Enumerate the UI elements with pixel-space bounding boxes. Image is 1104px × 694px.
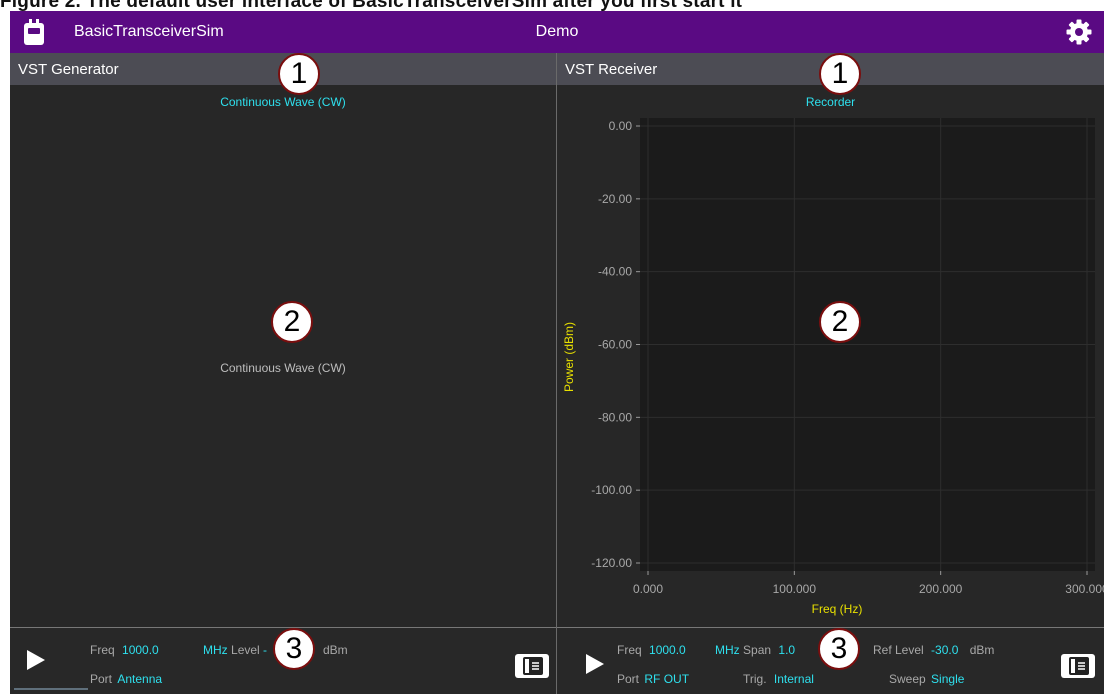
rcv-reflevel-unit: dBm bbox=[969, 643, 995, 657]
rcv-port-control[interactable]: Port RF OUT bbox=[617, 672, 689, 686]
panel-menu-icon[interactable] bbox=[515, 654, 549, 678]
rcv-span-control[interactable]: MHz Span 1.0 bbox=[715, 643, 795, 657]
y-tick-label: -60.00 bbox=[598, 338, 632, 352]
callout-1-receiver: 1 bbox=[819, 53, 861, 95]
rcv-span-value[interactable]: 1.0 bbox=[778, 643, 795, 657]
rcv-span-label: Span bbox=[743, 643, 772, 657]
generator-title: VST Generator bbox=[18, 61, 119, 78]
rcv-sweep-label: Sweep bbox=[889, 672, 926, 686]
rcv-trig-value[interactable]: Internal bbox=[774, 672, 814, 686]
gen-level-label: Level bbox=[231, 643, 260, 657]
y-tick-label: 0.00 bbox=[609, 119, 633, 133]
callout-1-generator: 1 bbox=[278, 53, 320, 95]
rcv-reflevel-label: Ref Level bbox=[873, 643, 924, 657]
rcv-reflevel-value[interactable]: -30.0 bbox=[931, 643, 958, 657]
callout-2-receiver: 2 bbox=[819, 301, 861, 343]
gen-freq-label: Freq bbox=[90, 643, 115, 657]
page-header: Figure 2. The default user interface of … bbox=[0, 0, 1104, 11]
gen-freq-control[interactable]: Freq 1000.0 bbox=[90, 643, 159, 657]
panel-menu-icon[interactable] bbox=[1061, 654, 1095, 678]
y-tick-label: -120.00 bbox=[591, 556, 632, 570]
gen-freq-unit: MHz bbox=[203, 643, 228, 657]
generator-mode-label: Continuous Wave (CW) bbox=[220, 361, 346, 375]
rcv-port-label: Port bbox=[617, 672, 640, 686]
y-tick-label: -40.00 bbox=[598, 265, 632, 279]
rcv-sweep-value[interactable]: Single bbox=[931, 672, 964, 686]
gen-level-control[interactable]: MHz Level - bbox=[203, 643, 267, 657]
play-icon[interactable] bbox=[584, 652, 606, 676]
gen-freq-value[interactable]: 1000.0 bbox=[122, 643, 159, 657]
callout-3-receiver: 3 bbox=[818, 628, 860, 670]
y-tick-label: -100.00 bbox=[591, 483, 632, 497]
rcv-trig-control[interactable]: Trig. Internal bbox=[743, 672, 814, 686]
gear-icon[interactable] bbox=[1066, 19, 1092, 45]
generator-mode-link[interactable]: Continuous Wave (CW) bbox=[10, 95, 556, 109]
y-tick-label: -20.00 bbox=[598, 192, 632, 206]
rcv-freq-value[interactable]: 1000.0 bbox=[649, 643, 686, 657]
window-title: Demo bbox=[535, 23, 579, 40]
gen-port-label: Port bbox=[90, 672, 113, 686]
x-tick-label: 0.000 bbox=[633, 582, 663, 596]
figure-caption: Figure 2. The default user interface of … bbox=[0, 0, 743, 11]
gen-level-unit: dBm bbox=[323, 643, 348, 657]
callout-2-generator: 2 bbox=[271, 301, 313, 343]
x-axis-label: Freq (Hz) bbox=[812, 602, 863, 616]
y-tick-label: -80.00 bbox=[598, 410, 632, 424]
gen-level-value[interactable]: - bbox=[263, 643, 267, 657]
app-window: BasicTransceiverSim Demo VST Generator C… bbox=[10, 11, 1104, 694]
rcv-port-value[interactable]: RF OUT bbox=[644, 672, 689, 686]
gen-port-control[interactable]: Port Antenna bbox=[90, 672, 162, 686]
gen-tab-indicator bbox=[14, 688, 88, 690]
rcv-trig-label: Trig. bbox=[743, 672, 767, 686]
x-tick-label: 300.000 bbox=[1065, 582, 1104, 596]
x-tick-label: 200.000 bbox=[919, 582, 963, 596]
rcv-freq-label: Freq bbox=[617, 643, 642, 657]
rcv-freq-control[interactable]: Freq 1000.0 bbox=[617, 643, 686, 657]
rcv-reflevel-control[interactable]: Ref Level -30.0 dBm bbox=[873, 643, 994, 657]
callout-3-generator: 3 bbox=[273, 628, 315, 670]
gen-level-unit-wrap: dBm bbox=[323, 643, 348, 657]
x-tick-label: 100.000 bbox=[773, 582, 817, 596]
play-icon[interactable] bbox=[25, 648, 47, 672]
y-axis-label: Power (dBm) bbox=[562, 322, 576, 392]
gen-port-value[interactable]: Antenna bbox=[117, 672, 162, 686]
receiver-panel: VST Receiver Recorder 0.00 -20.00 -40.00 -6… bbox=[557, 53, 1104, 694]
generator-panel: VST Generator Continuous Wave (CW) Conti… bbox=[10, 53, 556, 694]
title-bar: BasicTransceiverSim Demo bbox=[10, 11, 1104, 53]
rcv-freq-unit: MHz bbox=[715, 643, 740, 657]
rcv-sweep-control[interactable]: Sweep Single bbox=[889, 672, 964, 686]
